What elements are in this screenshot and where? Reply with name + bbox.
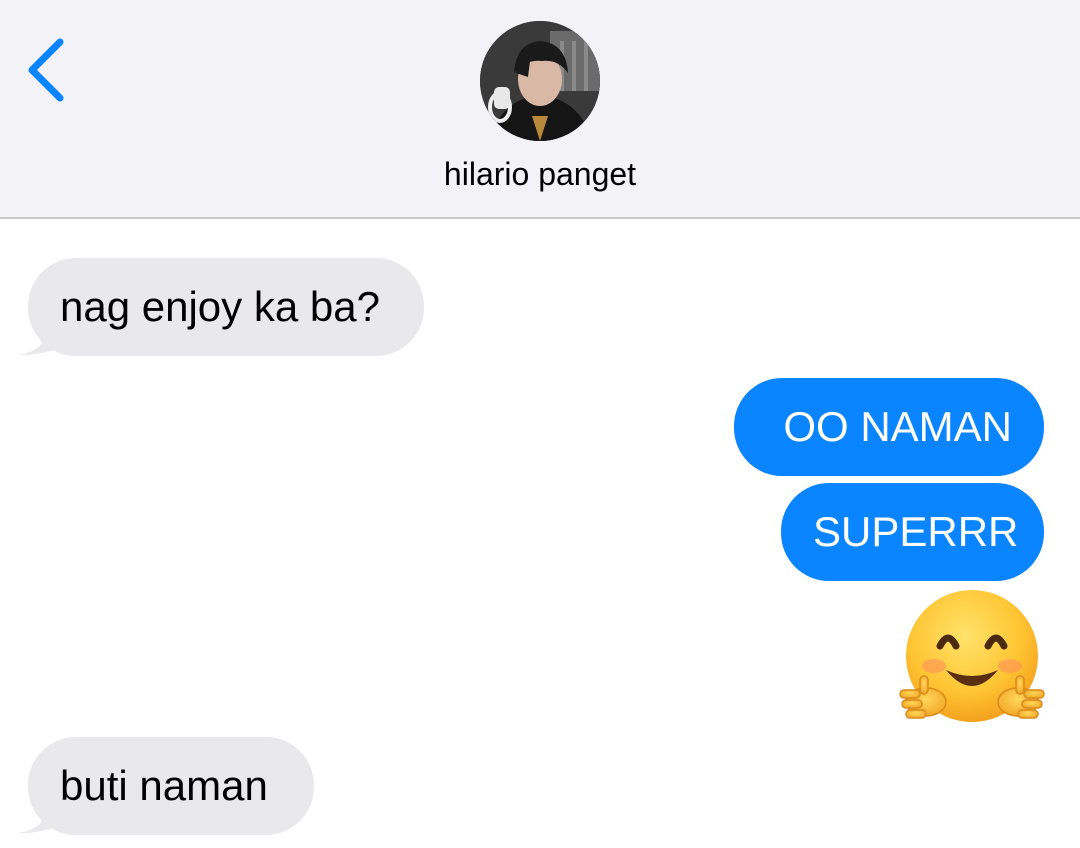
message-text: SUPERRR xyxy=(813,508,1019,555)
conversation-header: hilario panget xyxy=(0,0,1080,219)
message-bubble-incoming[interactable]: nag enjoy ka ba? xyxy=(28,258,424,356)
message-text: buti naman xyxy=(60,762,268,809)
message-text: OO NAMAN xyxy=(783,403,1012,450)
back-button[interactable] xyxy=(18,30,78,110)
contact-avatar[interactable] xyxy=(480,21,600,141)
contact-name[interactable]: hilario panget xyxy=(0,156,1080,193)
message-bubble-outgoing[interactable]: SUPERRR xyxy=(781,483,1044,581)
message-text: nag enjoy ka ba? xyxy=(60,283,380,330)
chevron-left-icon xyxy=(28,38,64,102)
message-bubble-incoming[interactable]: buti naman xyxy=(28,737,314,835)
avatar-photo xyxy=(480,21,600,141)
hugging-face-emoji-icon xyxy=(899,590,1045,722)
emoji-message[interactable] xyxy=(896,590,1048,735)
message-bubble-outgoing[interactable]: OO NAMAN xyxy=(734,378,1044,476)
